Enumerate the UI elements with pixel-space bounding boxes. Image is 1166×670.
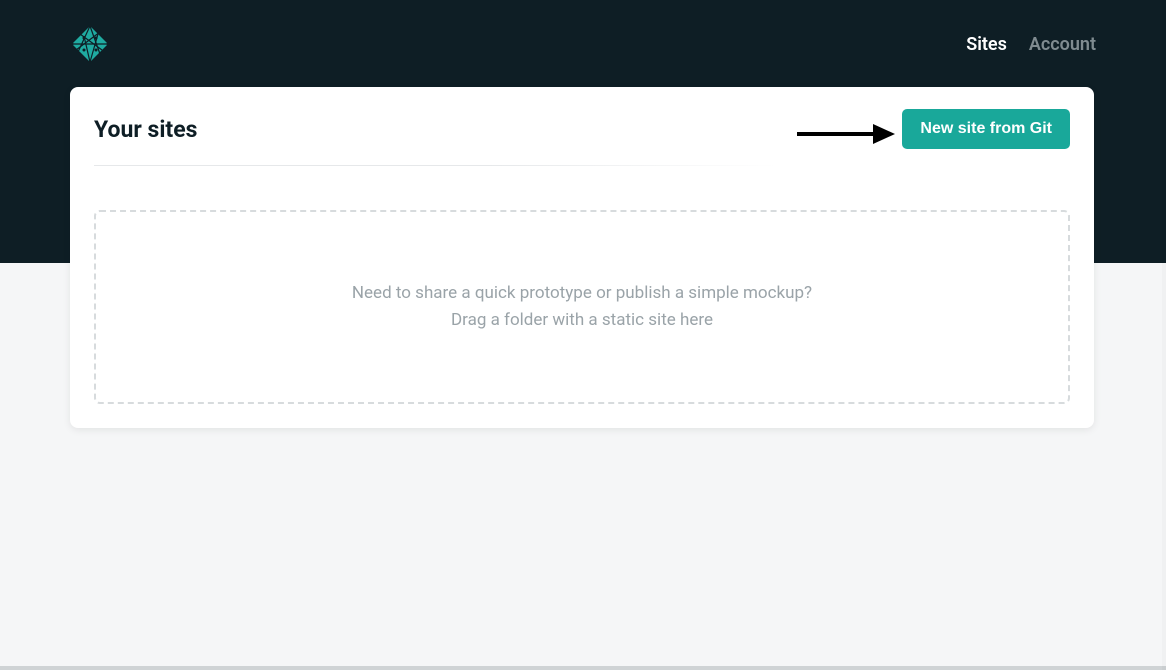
arrow-annotation-icon bbox=[795, 119, 895, 149]
page-title: Your sites bbox=[94, 116, 197, 143]
scrollbar[interactable] bbox=[1162, 0, 1166, 670]
nav-links: Sites Account bbox=[966, 34, 1096, 55]
footer-strip bbox=[0, 666, 1166, 670]
site-dropzone[interactable]: Need to share a quick prototype or publi… bbox=[94, 210, 1070, 404]
sites-card: Your sites New site from Git Need to sha… bbox=[70, 87, 1094, 428]
dropzone-text-line1: Need to share a quick prototype or publi… bbox=[352, 280, 812, 307]
nav-link-sites[interactable]: Sites bbox=[966, 34, 1007, 55]
nav-link-account[interactable]: Account bbox=[1029, 34, 1096, 55]
dropzone-text-line2: Drag a folder with a static site here bbox=[451, 307, 713, 334]
netlify-logo-icon[interactable] bbox=[70, 24, 110, 64]
new-site-from-git-button[interactable]: New site from Git bbox=[902, 109, 1070, 149]
top-nav: Sites Account bbox=[0, 0, 1166, 70]
header-divider bbox=[94, 165, 1070, 166]
card-header: Your sites New site from Git bbox=[94, 109, 1070, 149]
